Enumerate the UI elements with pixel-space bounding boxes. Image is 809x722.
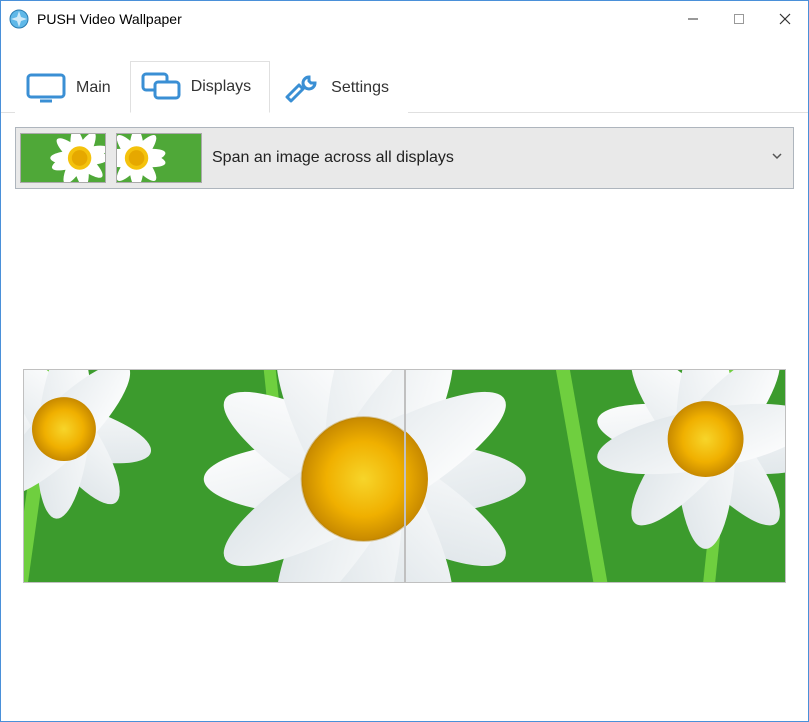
tab-content: Span an image across all displays (1, 113, 808, 583)
display-preview-1[interactable] (23, 369, 405, 583)
tab-displays[interactable]: Displays (130, 61, 270, 113)
tools-icon (281, 73, 321, 103)
titlebar: PUSH Video Wallpaper (1, 1, 808, 37)
app-icon (9, 9, 29, 29)
minimize-button[interactable] (670, 1, 716, 37)
dropdown-thumbnail-right (116, 133, 202, 183)
display-preview-area (15, 369, 794, 583)
tab-displays-label: Displays (191, 78, 251, 96)
tab-main[interactable]: Main (15, 62, 130, 113)
displays-icon (141, 72, 181, 102)
tab-main-label: Main (76, 79, 111, 97)
tab-settings[interactable]: Settings (270, 62, 408, 113)
display-mode-dropdown[interactable]: Span an image across all displays (15, 127, 794, 189)
maximize-button[interactable] (716, 1, 762, 37)
chevron-down-icon (771, 149, 783, 167)
close-button[interactable] (762, 1, 808, 37)
window-title: PUSH Video Wallpaper (37, 11, 182, 27)
display-preview-2[interactable] (405, 369, 787, 583)
monitor-icon (26, 73, 66, 103)
tab-settings-label: Settings (331, 79, 389, 97)
tab-strip: Main Displays Settings (1, 37, 808, 113)
dropdown-label: Span an image across all displays (212, 149, 761, 167)
dropdown-thumbnail-left (20, 133, 106, 183)
